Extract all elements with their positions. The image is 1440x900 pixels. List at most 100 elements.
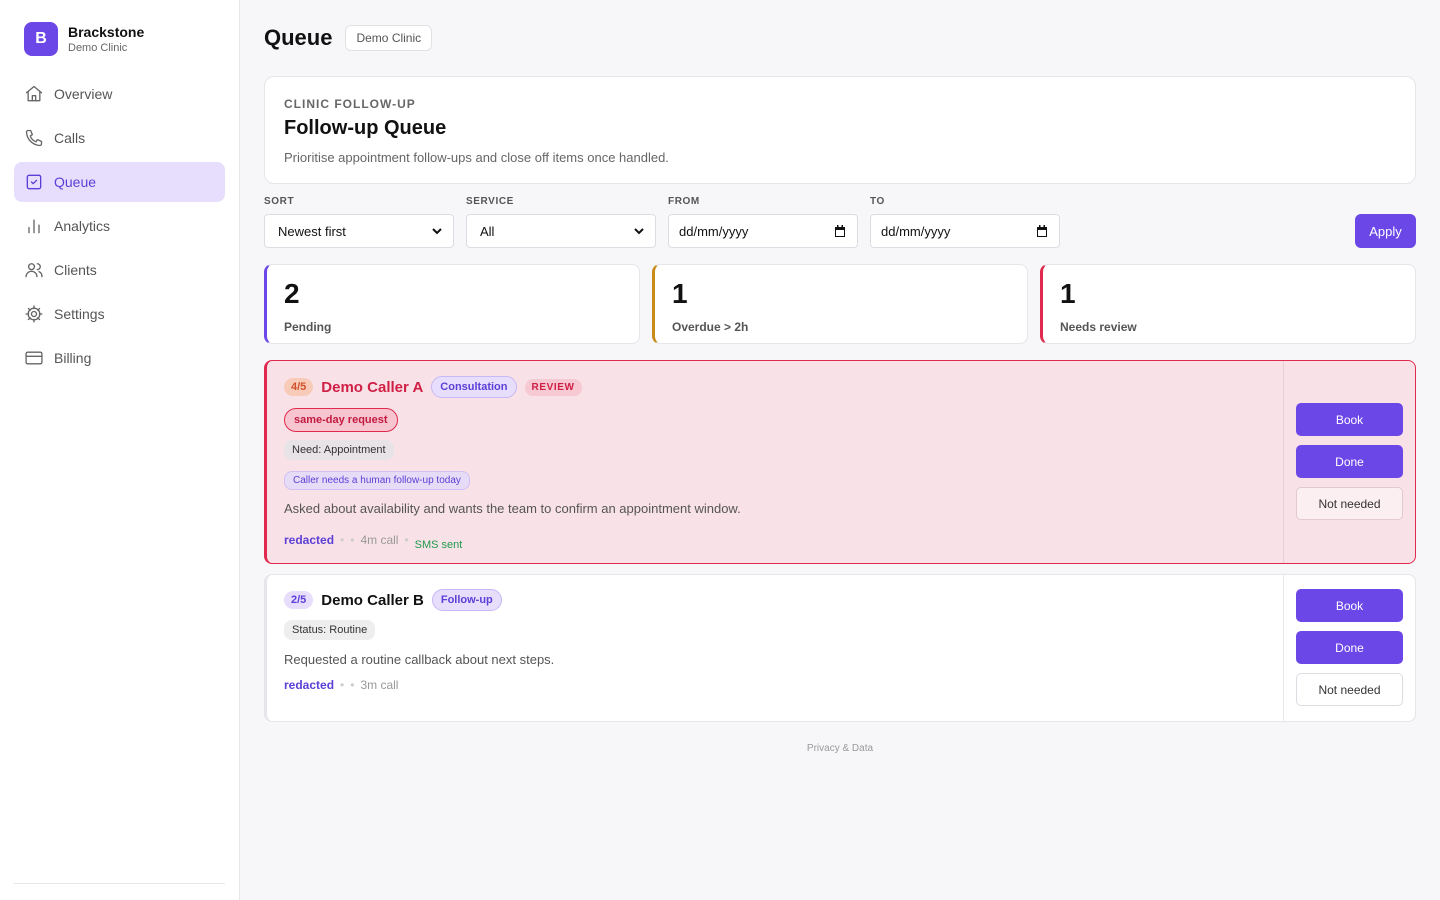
users-icon: [24, 260, 44, 280]
phone-icon: [24, 128, 44, 148]
chevron-down-icon: [432, 228, 442, 235]
sort-value: Newest first: [278, 223, 346, 239]
queue-card-body: 4/5 Demo Caller A Consultation REVIEW sa…: [284, 361, 1275, 551]
sidebar-nav: Overview Calls Queue Analytics Clients S…: [14, 74, 225, 382]
sidebar-item-label: Settings: [54, 306, 105, 322]
service-filter: SERVICE All: [466, 196, 656, 248]
sort-filter: SORT Newest first: [264, 196, 454, 248]
flag-tag: Caller needs a human follow-up today: [284, 471, 470, 490]
filter-bar: SORT Newest first SERVICE All FROM dd/mm…: [264, 196, 1416, 248]
service-select[interactable]: All: [466, 214, 656, 248]
call-duration: 3m call: [360, 678, 399, 692]
card-header-row: 2/5 Demo Caller B Follow-up: [284, 589, 1275, 611]
brand-logo: B: [24, 22, 58, 56]
caller-id[interactable]: redacted: [284, 678, 334, 692]
separator-dot: •: [340, 533, 345, 547]
brand-name: Brackstone: [68, 24, 145, 40]
stat-label: Needs review: [1060, 320, 1137, 334]
sidebar-item-label: Clients: [54, 262, 97, 278]
privacy-link[interactable]: Privacy & Data: [264, 743, 1416, 754]
caller-name[interactable]: Demo Caller B: [321, 592, 424, 609]
flag-tag-row: Caller needs a human follow-up today: [284, 470, 1275, 490]
service-value: All: [480, 223, 495, 239]
apply-button[interactable]: Apply: [1355, 214, 1416, 248]
status-tag-row: Status: Routine: [284, 620, 1275, 640]
from-filter: FROM dd/mm/yyyy: [668, 196, 858, 248]
sidebar-item-overview[interactable]: Overview: [14, 74, 225, 114]
separator-dot: •: [404, 533, 409, 547]
sidebar-item-label: Calls: [54, 130, 86, 146]
stat-value: 2: [284, 278, 300, 309]
calendar-icon[interactable]: [1035, 224, 1049, 238]
urgent-tag: same-day request: [284, 408, 398, 432]
call-summary: Requested a routine callback about next …: [284, 652, 555, 667]
call-meta: redacted • • 3m call: [284, 678, 1275, 692]
sidebar-item-settings[interactable]: Settings: [14, 294, 225, 334]
gear-icon: [24, 304, 44, 324]
sort-select[interactable]: Newest first: [264, 214, 454, 248]
service-chip: Follow-up: [431, 589, 502, 611]
card-header-row: 4/5 Demo Caller A Consultation REVIEW: [284, 376, 1275, 398]
urgent-tag-row: same-day request: [284, 408, 1275, 432]
stat-value: 1: [1060, 278, 1076, 309]
stat-overdue: 1 Overdue > 2h: [652, 264, 1028, 344]
sidebar-divider: [14, 883, 225, 884]
to-date-placeholder: dd/mm/yyyy: [881, 223, 951, 239]
separator-dot: •: [350, 678, 355, 692]
done-button[interactable]: Done: [1296, 631, 1403, 664]
brand-subtitle: Demo Clinic: [68, 42, 128, 54]
separator-dot: •: [350, 533, 355, 547]
from-date-placeholder: dd/mm/yyyy: [679, 223, 749, 239]
priority-score: 2/5: [284, 591, 314, 609]
caller-name[interactable]: Demo Caller A: [321, 379, 423, 396]
sort-label: SORT: [264, 196, 295, 207]
book-button[interactable]: Book: [1296, 589, 1403, 622]
sidebar-item-billing[interactable]: Billing: [14, 338, 225, 378]
bar-chart-icon: [24, 216, 44, 236]
credit-card-icon: [24, 348, 44, 368]
calendar-icon[interactable]: [833, 224, 847, 238]
sidebar-item-clients[interactable]: Clients: [14, 250, 225, 290]
page-header: Queue Demo Clinic: [264, 25, 433, 51]
not-needed-button[interactable]: Not needed: [1296, 673, 1403, 706]
stat-needs-review: 1 Needs review: [1040, 264, 1416, 344]
sms-status: SMS sent: [414, 539, 463, 551]
service-chip: Consultation: [431, 376, 517, 398]
brand[interactable]: B Brackstone Demo Clinic: [24, 22, 144, 56]
stats-row: 2 Pending 1 Overdue > 2h 1 Needs review: [264, 264, 1416, 344]
sidebar-item-calls[interactable]: Calls: [14, 118, 225, 158]
sidebar-item-queue[interactable]: Queue: [14, 162, 225, 202]
clinic-badge: Demo Clinic: [345, 25, 433, 51]
page-title: Queue: [264, 25, 333, 50]
caller-id[interactable]: redacted: [284, 533, 334, 547]
stat-value: 1: [672, 278, 688, 309]
to-label: TO: [870, 196, 885, 207]
to-date-input[interactable]: dd/mm/yyyy: [870, 214, 1060, 248]
sidebar-item-label: Overview: [54, 86, 113, 102]
sidebar-item-label: Queue: [54, 174, 97, 190]
intro-panel: CLINIC FOLLOW-UP Follow-up Queue Priorit…: [264, 76, 1416, 184]
brand-text: Brackstone Demo Clinic: [68, 23, 144, 55]
need-tag: Need: Appointment: [284, 440, 394, 460]
priority-score: 4/5: [284, 378, 314, 396]
sidebar-item-label: Analytics: [54, 218, 111, 234]
queue-card-body: 2/5 Demo Caller B Follow-up Status: Rout…: [284, 575, 1275, 692]
checkbox-icon: [24, 172, 44, 192]
home-icon: [24, 84, 44, 104]
intro-title: Follow-up Queue: [284, 117, 447, 139]
sidebar-item-analytics[interactable]: Analytics: [14, 206, 225, 246]
not-needed-button[interactable]: Not needed: [1296, 487, 1403, 520]
review-badge: REVIEW: [524, 378, 582, 396]
stat-label: Pending: [284, 320, 332, 334]
queue-card: 2/5 Demo Caller B Follow-up Status: Rout…: [264, 574, 1416, 722]
to-filter: TO dd/mm/yyyy: [870, 196, 1060, 248]
book-button[interactable]: Book: [1296, 403, 1403, 436]
from-date-input[interactable]: dd/mm/yyyy: [668, 214, 858, 248]
sidebar-item-label: Billing: [54, 350, 92, 366]
intro-kicker: CLINIC FOLLOW-UP: [284, 97, 416, 111]
separator-dot: •: [340, 678, 345, 692]
call-summary: Asked about availability and wants the t…: [284, 501, 741, 516]
from-label: FROM: [668, 196, 700, 207]
need-tag-row: Need: Appointment: [284, 440, 1275, 460]
done-button[interactable]: Done: [1296, 445, 1403, 478]
